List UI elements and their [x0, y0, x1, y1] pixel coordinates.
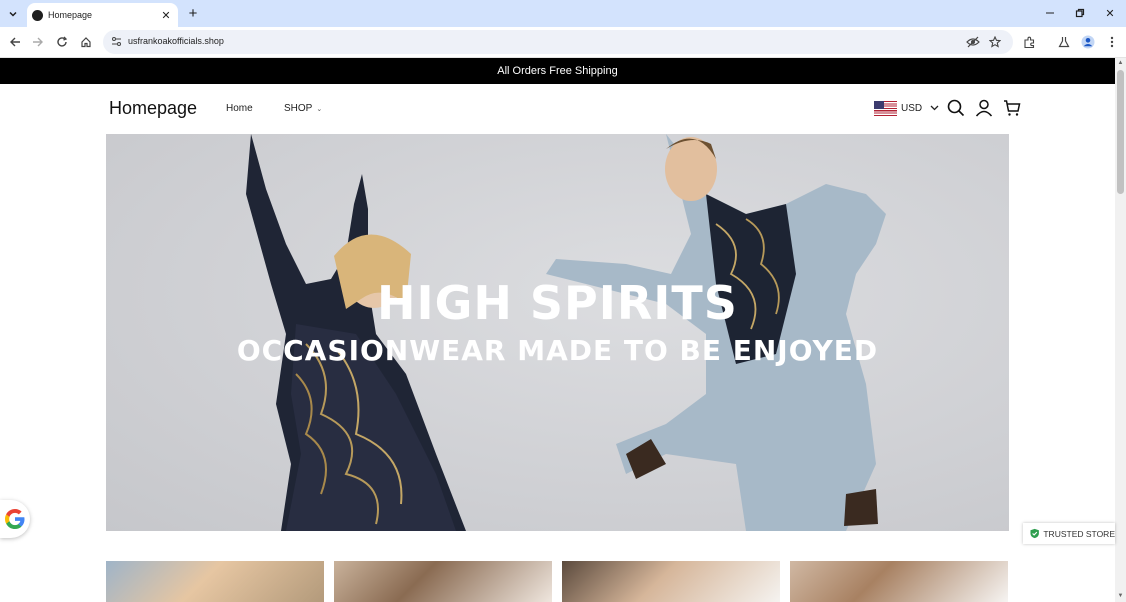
us-flag-icon [874, 100, 897, 116]
profile-avatar-icon[interactable] [1079, 33, 1097, 51]
bookmark-star-icon[interactable] [987, 34, 1003, 50]
trusted-store-badge[interactable]: TRUSTED STORE [1023, 523, 1115, 544]
user-icon[interactable] [975, 99, 993, 117]
cart-icon[interactable] [1003, 99, 1021, 117]
trusted-store-label: TRUSTED STORE [1043, 528, 1115, 539]
tab-title: Homepage [48, 10, 93, 20]
nav-home-link[interactable]: Home [226, 103, 253, 114]
hero-banner[interactable]: HIGH SPIRITS OCCASIONWEAR MADE TO BE ENJ… [106, 134, 1009, 531]
restore-icon[interactable] [1071, 5, 1089, 21]
product-card[interactable] [790, 561, 1008, 602]
product-card[interactable] [334, 561, 552, 602]
product-card[interactable] [562, 561, 780, 602]
new-tab-plus-icon[interactable]: + [185, 5, 201, 22]
browser-toolbar: usfrankoakofficials.shop [0, 27, 1126, 58]
page-scrollbar[interactable]: ▲ ▼ [1115, 58, 1126, 602]
chevron-down-icon [930, 103, 939, 113]
hero-subtitle: OCCASIONWEAR MADE TO BE ENJOYED [236, 334, 879, 367]
close-tab-icon[interactable]: ✕ [159, 8, 173, 22]
chevron-down-icon: ⌄ [316, 106, 323, 113]
minimize-icon[interactable] [1041, 5, 1059, 21]
scroll-up-arrow-icon[interactable]: ▲ [1117, 60, 1124, 67]
nav-shop-menu[interactable]: SHOP ⌄ [284, 103, 322, 114]
scrollbar-thumb[interactable] [1117, 70, 1124, 194]
announcement-bar: All Orders Free Shipping [0, 58, 1115, 84]
tune-icon[interactable] [110, 35, 122, 47]
site-favicon-icon [32, 9, 43, 21]
back-arrow-icon[interactable] [6, 33, 24, 51]
search-icon[interactable] [947, 99, 965, 117]
currency-code: USD [901, 102, 923, 114]
reload-icon[interactable] [53, 33, 71, 51]
url-text[interactable]: usfrankoakofficials.shop [128, 36, 224, 46]
announcement-text: All Orders Free Shipping [497, 65, 618, 77]
shield-check-icon [1030, 528, 1039, 539]
google-g-icon [5, 509, 25, 529]
product-card[interactable] [106, 561, 324, 602]
browser-tabstrip: Homepage ✕ + ✕ [0, 0, 1126, 27]
nav-shop-label: SHOP [284, 103, 313, 114]
hero-title: HIGH SPIRITS [377, 276, 738, 330]
forward-arrow-icon[interactable] [29, 33, 47, 51]
chevron-down-icon[interactable] [4, 5, 22, 23]
site-logo[interactable]: Homepage [109, 98, 197, 119]
google-reviews-badge[interactable] [0, 500, 30, 538]
kebab-menu-icon[interactable] [1103, 33, 1121, 51]
close-window-icon[interactable]: ✕ [1101, 5, 1119, 21]
site-header: Homepage Home SHOP ⌄ USD [0, 84, 1115, 134]
page-viewport: All Orders Free Shipping Homepage Home S… [0, 58, 1115, 602]
eye-off-icon[interactable] [965, 34, 981, 50]
labs-flask-icon[interactable] [1055, 33, 1073, 51]
browser-tab[interactable]: Homepage ✕ [27, 3, 178, 27]
hero-photo [246, 134, 886, 531]
scroll-down-arrow-icon[interactable]: ▼ [1117, 593, 1124, 600]
extensions-puzzle-icon[interactable] [1020, 33, 1038, 51]
address-bar[interactable]: usfrankoakofficials.shop [103, 30, 1013, 54]
home-icon[interactable] [77, 33, 95, 51]
currency-selector[interactable]: USD [874, 100, 939, 116]
